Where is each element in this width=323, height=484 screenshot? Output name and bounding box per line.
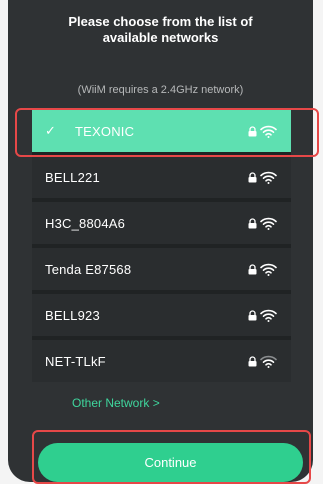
other-network-link[interactable]: Other Network > — [72, 396, 160, 410]
lock-icon — [248, 355, 257, 366]
network-list: ✓ TEXONIC BELL221 H3C_8804A6 Tenda E8756… — [32, 110, 291, 382]
wifi-signal-icon — [260, 263, 277, 276]
network-row-tenda-e87568[interactable]: Tenda E87568 — [32, 248, 291, 290]
lock-icon — [248, 171, 257, 182]
lock-icon — [248, 309, 257, 320]
network-row-bell221[interactable]: BELL221 — [32, 156, 291, 198]
network-requirement-note: (WiiM requires a 2.4GHz network) — [77, 84, 244, 96]
wifi-signal-icon — [260, 125, 277, 138]
checkmark-icon: ✓ — [45, 123, 56, 138]
wifi-setup-screen: Please choose from the list of available… — [8, 0, 313, 482]
wifi-signal-icon — [260, 309, 277, 322]
page-title: Please choose from the list of available… — [8, 14, 313, 46]
title-line-2: available networks — [102, 30, 219, 45]
wifi-signal-icon — [260, 217, 277, 230]
network-name: BELL221 — [45, 169, 100, 185]
lock-icon — [248, 125, 257, 136]
network-row-net-tlkf[interactable]: NET-TLkF — [32, 340, 291, 382]
network-name: BELL923 — [45, 307, 100, 323]
network-name: TEXONIC — [75, 123, 135, 139]
network-name: NET-TLkF — [45, 353, 106, 369]
network-row-texonic[interactable]: ✓ TEXONIC — [32, 110, 291, 152]
network-name: H3C_8804A6 — [45, 215, 126, 231]
lock-icon — [248, 263, 257, 274]
network-row-h3c-8804a6[interactable]: H3C_8804A6 — [32, 202, 291, 244]
continue-button[interactable]: Continue — [38, 443, 303, 482]
network-row-bell923[interactable]: BELL923 — [32, 294, 291, 336]
network-name: Tenda E87568 — [45, 261, 132, 277]
wifi-weak-signal-icon — [260, 355, 277, 368]
lock-icon — [248, 217, 257, 228]
wifi-signal-icon — [260, 171, 277, 184]
title-line-1: Please choose from the list of — [68, 14, 253, 29]
